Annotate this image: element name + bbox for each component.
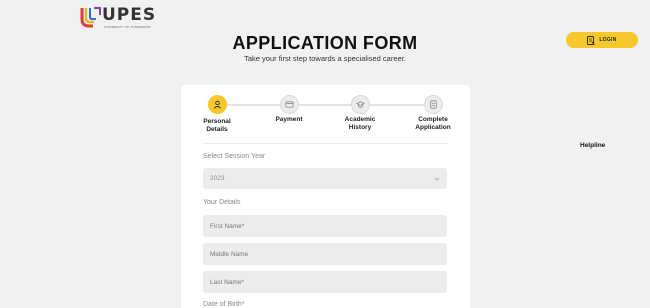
step-personal-details[interactable]: Personal Details <box>187 95 247 134</box>
your-details-label: Your Details <box>203 199 241 206</box>
step-label: Academic <box>344 116 376 123</box>
chevron-down-icon <box>434 177 440 181</box>
step-label: History <box>348 124 372 131</box>
first-name-field[interactable] <box>203 215 447 237</box>
step-label: Complete <box>418 116 448 123</box>
step-payment[interactable]: Payment <box>259 95 319 124</box>
logo-tagline: UNIVERSITY OF TOMORROW <box>104 25 151 29</box>
date-of-birth-label: Date of Birth* <box>203 301 245 308</box>
page-title: APPLICATION FORM <box>232 33 418 53</box>
user-icon <box>207 95 227 114</box>
application-form-card: Personal Details Payment Academic History … <box>181 85 470 308</box>
stepper-line <box>217 104 432 106</box>
last-name-field[interactable] <box>203 271 447 293</box>
helpline-link[interactable]: Helpline <box>580 142 605 149</box>
step-academic-history[interactable]: Academic History <box>330 95 390 132</box>
logo-text: UPES <box>102 5 157 25</box>
stepper-divider <box>203 143 448 144</box>
session-year-value: 2023 <box>210 175 225 182</box>
document-icon <box>423 95 443 114</box>
payment-icon <box>279 95 299 114</box>
step-label: Details <box>206 126 228 133</box>
page-subtitle: Take your first step towards a specialis… <box>244 54 406 63</box>
middle-name-field[interactable] <box>203 243 447 265</box>
step-label: Personal <box>203 118 231 125</box>
graduation-cap-icon <box>350 95 370 114</box>
step-complete-application[interactable]: Complete Application <box>403 95 463 132</box>
session-year-label: Select Session Year <box>203 153 266 160</box>
step-label: Payment <box>275 116 303 123</box>
session-year-select[interactable]: 2023 <box>203 168 447 189</box>
upes-logo[interactable]: UPES UNIVERSITY OF TOMORROW <box>80 5 155 29</box>
upes-logo-mark-icon <box>80 7 101 28</box>
step-label: Application <box>415 124 451 131</box>
progress-stepper: Personal Details Payment Academic History … <box>181 85 470 145</box>
